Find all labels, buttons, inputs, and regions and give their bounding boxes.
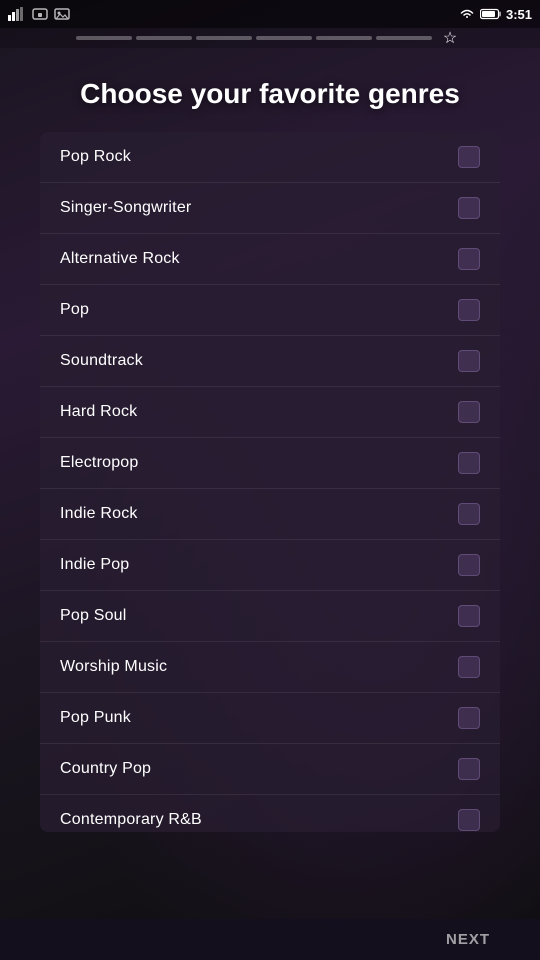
genre-item-pop[interactable]: Pop	[40, 285, 500, 336]
genre-item-worship-music[interactable]: Worship Music	[40, 642, 500, 693]
next-button[interactable]: NEXT	[446, 931, 490, 948]
genre-item-contemporary-rnb[interactable]: Contemporary R&B	[40, 795, 500, 832]
genre-label-contemporary-rnb: Contemporary R&B	[60, 811, 202, 829]
genre-checkbox-pop-rock[interactable]	[458, 146, 480, 168]
genre-item-pop-punk[interactable]: Pop Punk	[40, 693, 500, 744]
genre-label-pop: Pop	[60, 301, 89, 319]
step-3	[196, 36, 252, 40]
battery-icon	[480, 8, 502, 20]
genre-label-singer-songwriter: Singer-Songwriter	[60, 199, 191, 217]
genre-item-country-pop[interactable]: Country Pop	[40, 744, 500, 795]
genre-label-electropop: Electropop	[60, 454, 139, 472]
genre-label-hard-rock: Hard Rock	[60, 403, 137, 421]
title-section: Choose your favorite genres	[0, 48, 540, 132]
genre-checkbox-indie-rock[interactable]	[458, 503, 480, 525]
star-icon: ☆	[443, 28, 457, 48]
step-5	[316, 36, 372, 40]
signal-icon	[8, 7, 26, 21]
genre-item-pop-soul[interactable]: Pop Soul	[40, 591, 500, 642]
step-6	[376, 36, 432, 40]
status-bar: 3:51	[0, 0, 540, 28]
photo-icon	[54, 7, 70, 21]
genre-item-hard-rock[interactable]: Hard Rock	[40, 387, 500, 438]
genre-label-pop-rock: Pop Rock	[60, 148, 131, 166]
genre-item-pop-rock[interactable]: Pop Rock	[40, 132, 500, 183]
status-right-icons: 3:51	[458, 7, 532, 22]
genre-item-singer-songwriter[interactable]: Singer-Songwriter	[40, 183, 500, 234]
genre-label-soundtrack: Soundtrack	[60, 352, 143, 370]
genre-checkbox-pop-punk[interactable]	[458, 707, 480, 729]
genre-label-worship-music: Worship Music	[60, 658, 167, 676]
genre-item-indie-rock[interactable]: Indie Rock	[40, 489, 500, 540]
genre-item-soundtrack[interactable]: Soundtrack	[40, 336, 500, 387]
page-title: Choose your favorite genres	[40, 76, 500, 112]
genre-checkbox-alternative-rock[interactable]	[458, 248, 480, 270]
genre-checkbox-pop-soul[interactable]	[458, 605, 480, 627]
wifi-icon	[458, 7, 476, 21]
genre-label-indie-pop: Indie Pop	[60, 556, 129, 574]
genre-label-pop-soul: Pop Soul	[60, 607, 127, 625]
genre-checkbox-country-pop[interactable]	[458, 758, 480, 780]
genre-checkbox-pop[interactable]	[458, 299, 480, 321]
genre-checkbox-worship-music[interactable]	[458, 656, 480, 678]
genre-checkbox-contemporary-rnb[interactable]	[458, 809, 480, 831]
step-2	[136, 36, 192, 40]
genre-label-pop-punk: Pop Punk	[60, 709, 131, 727]
steps-bar: ☆	[0, 28, 540, 48]
genre-checkbox-indie-pop[interactable]	[458, 554, 480, 576]
genre-checkbox-soundtrack[interactable]	[458, 350, 480, 372]
step-4	[256, 36, 312, 40]
genres-list: Pop Rock Singer-Songwriter Alternative Roc…	[40, 132, 500, 832]
genre-label-indie-rock: Indie Rock	[60, 505, 138, 523]
notification-icon	[32, 7, 48, 21]
genre-label-alternative-rock: Alternative Rock	[60, 250, 180, 268]
genre-checkbox-singer-songwriter[interactable]	[458, 197, 480, 219]
step-1	[76, 36, 132, 40]
step-7-star: ☆	[436, 36, 464, 40]
genre-item-indie-pop[interactable]: Indie Pop	[40, 540, 500, 591]
status-left-icons	[8, 7, 70, 21]
bottom-bar: NEXT	[0, 919, 540, 960]
genre-checkbox-electropop[interactable]	[458, 452, 480, 474]
genre-checkbox-hard-rock[interactable]	[458, 401, 480, 423]
genre-item-alternative-rock[interactable]: Alternative Rock	[40, 234, 500, 285]
genre-item-electropop[interactable]: Electropop	[40, 438, 500, 489]
status-time: 3:51	[506, 7, 532, 22]
genre-label-country-pop: Country Pop	[60, 760, 151, 778]
